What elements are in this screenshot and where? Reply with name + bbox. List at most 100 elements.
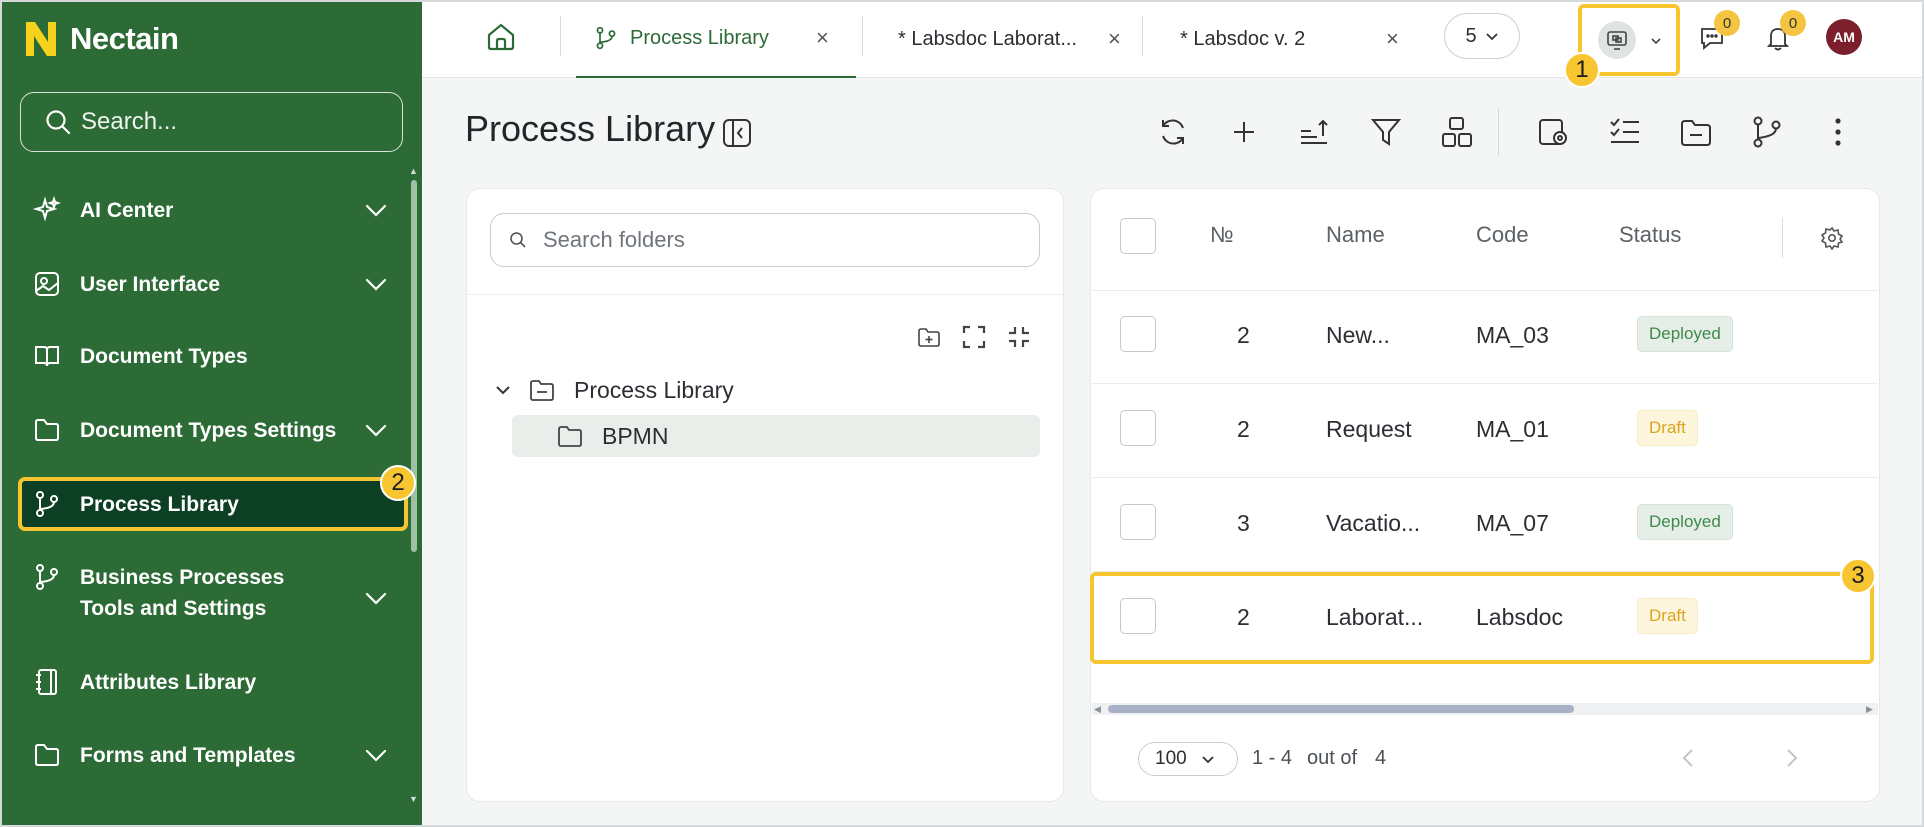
add-folder-icon[interactable]	[916, 324, 942, 350]
sidebar-item-label: Business Processes Tools and Settings	[80, 566, 285, 620]
row-checkbox[interactable]	[1120, 410, 1156, 446]
search-icon	[510, 232, 526, 248]
avatar[interactable]: AM	[1826, 19, 1862, 55]
column-header-code[interactable]: Code	[1476, 222, 1529, 248]
branch-icon[interactable]	[1749, 114, 1785, 150]
logo[interactable]: Nectain	[24, 20, 179, 58]
chevron-down-icon	[1485, 33, 1498, 41]
nectain-logo-icon	[26, 22, 56, 56]
cell-code: Labsdoc	[1476, 604, 1563, 630]
chevron-down-icon	[1651, 38, 1661, 45]
sidebar-item-label: Forms and Templates	[80, 743, 296, 767]
checklist-icon[interactable]	[1607, 114, 1643, 150]
cell-number: 2	[1237, 604, 1250, 630]
branch-icon	[596, 26, 616, 50]
scroll-left-arrow[interactable]: ◀	[1094, 704, 1101, 715]
tab-labsdoc-v2[interactable]: * Labsdoc v. 2 ×	[1180, 0, 1430, 78]
brand-name: Nectain	[70, 21, 179, 56]
expand-all-icon[interactable]	[961, 324, 987, 350]
archive-folder-icon[interactable]	[1678, 114, 1714, 150]
column-header-number[interactable]: №	[1210, 222, 1234, 248]
close-tab-icon[interactable]: ×	[1108, 26, 1121, 52]
row-checkbox[interactable]	[1120, 316, 1156, 352]
collapse-panel-icon[interactable]	[721, 117, 753, 149]
messages-count-badge: 0	[1714, 10, 1740, 36]
notebook-icon	[32, 667, 62, 697]
sidebar-item-ai-center[interactable]: AI Center	[18, 192, 408, 228]
pagination-range: 1 - 4	[1252, 747, 1293, 769]
gear-icon[interactable]	[1820, 226, 1844, 250]
close-tab-icon[interactable]: ×	[816, 25, 829, 51]
callout-badge-3: 3	[1840, 558, 1876, 594]
chevron-down-icon[interactable]	[362, 196, 390, 224]
tab-labsdoc-laboratory[interactable]: * Labsdoc Laborat... ×	[898, 0, 1148, 78]
cell-name[interactable]: Request	[1326, 416, 1412, 443]
sidebar-search-placeholder: Search...	[81, 108, 178, 135]
table-hscroll-thumb[interactable]	[1108, 705, 1574, 713]
tab-label: * Labsdoc Laborat...	[898, 27, 1078, 50]
view-settings-icon[interactable]	[1536, 114, 1572, 150]
status-badge: Deployed	[1637, 316, 1733, 352]
scroll-down-arrow[interactable]: ▼	[409, 794, 418, 804]
group-icon[interactable]	[1439, 114, 1475, 150]
sort-icon[interactable]	[1297, 114, 1333, 150]
tree-node-process-library[interactable]: Process Library	[494, 372, 734, 408]
filter-icon[interactable]	[1368, 114, 1404, 150]
sidebar-search-input[interactable]: Search...	[20, 92, 403, 152]
page-size-value: 100	[1155, 748, 1187, 769]
sidebar-item-user-interface[interactable]: User Interface	[18, 266, 408, 302]
add-icon[interactable]	[1226, 114, 1262, 150]
tab-process-library[interactable]: Process Library ×	[576, 0, 856, 78]
chevron-down-icon[interactable]	[362, 270, 390, 298]
chevron-down-icon[interactable]	[362, 416, 390, 444]
cell-name[interactable]: Laborat...	[1326, 604, 1423, 631]
collapse-all-icon[interactable]	[1006, 324, 1032, 350]
sidebar-item-document-types[interactable]: Document Types	[18, 338, 408, 374]
row-checkbox[interactable]	[1120, 504, 1156, 540]
status-badge: Draft	[1637, 598, 1698, 634]
scroll-up-arrow[interactable]: ▲	[409, 166, 418, 176]
sidebar-item-process-library[interactable]: Process Library	[18, 477, 408, 531]
pagination-out-of: out of	[1307, 747, 1358, 769]
page-size-select[interactable]: 100	[1138, 742, 1238, 776]
tree-node-label: BPMN	[602, 422, 669, 449]
chevron-down-icon[interactable]	[362, 741, 390, 769]
sidebar-scrollbar[interactable]	[411, 180, 417, 552]
sidebar-item-document-types-settings[interactable]: Document Types Settings	[18, 412, 408, 448]
page-title: Process Library	[465, 108, 716, 149]
archive-folder-icon	[530, 380, 554, 401]
tabs-overflow-dropdown[interactable]: 5	[1444, 13, 1520, 59]
home-icon[interactable]	[484, 20, 518, 54]
select-all-checkbox[interactable]	[1120, 218, 1156, 254]
status-badge: Deployed	[1637, 504, 1733, 540]
alerts-count-badge: 0	[1780, 10, 1806, 36]
previous-page-icon[interactable]	[1678, 746, 1698, 770]
pagination-total: 4	[1375, 747, 1387, 769]
sidebar-item-business-processes-tools[interactable]: Business Processes Tools and Settings	[18, 562, 408, 626]
scroll-right-arrow[interactable]: ▶	[1866, 704, 1873, 715]
tree-node-bpmn[interactable]: BPMN	[512, 415, 1040, 457]
sidebar-item-attributes-library[interactable]: Attributes Library	[18, 664, 408, 700]
sidebar-item-label: AI Center	[80, 198, 174, 222]
column-header-status[interactable]: Status	[1619, 222, 1681, 248]
more-options-icon[interactable]	[1820, 114, 1856, 150]
row-checkbox[interactable]	[1120, 598, 1156, 634]
sidebar-item-forms-and-templates[interactable]: Forms and Templates	[18, 737, 408, 773]
close-tab-icon[interactable]: ×	[1386, 26, 1399, 52]
folder-icon	[558, 426, 582, 447]
column-header-name[interactable]: Name	[1326, 222, 1385, 248]
chevron-down-icon[interactable]	[362, 584, 390, 612]
cell-number: 2	[1237, 416, 1250, 442]
cell-code: MA_07	[1476, 510, 1549, 536]
folders-panel	[466, 188, 1064, 802]
sidebar-item-label: Document Types	[80, 344, 248, 368]
monitor-icon	[1598, 21, 1636, 59]
chevron-down-icon[interactable]	[494, 381, 512, 399]
cell-name[interactable]: Vacatio...	[1326, 510, 1420, 537]
tab-label: Process Library	[630, 26, 769, 49]
cell-name[interactable]: New...	[1326, 322, 1390, 349]
cell-number: 3	[1237, 510, 1250, 536]
folder-search-input[interactable]: Search folders	[490, 213, 1040, 267]
refresh-icon[interactable]	[1155, 114, 1191, 150]
next-page-icon[interactable]	[1782, 746, 1802, 770]
